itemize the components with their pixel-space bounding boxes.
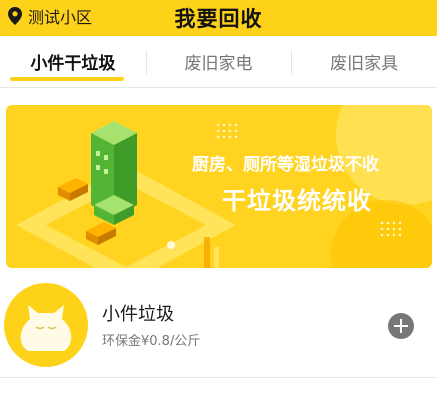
tab-old-furniture[interactable]: 废旧家具 bbox=[291, 36, 437, 87]
tab-old-appliances[interactable]: 废旧家电 bbox=[145, 36, 292, 87]
banner-subtitle: 厨房、厕所等湿垃圾不收 bbox=[192, 155, 379, 175]
plus-circle-icon[interactable] bbox=[388, 313, 414, 339]
item-price: 环保金¥0.8/公斤 bbox=[102, 334, 201, 349]
garbage-bag-icon bbox=[4, 283, 88, 367]
page-title: 我要回收 bbox=[174, 7, 263, 31]
list-item[interactable]: 小件垃圾 环保金¥0.8/公斤 bbox=[0, 280, 437, 378]
banner-title: 干垃圾统统收 bbox=[222, 187, 372, 215]
promo-banner[interactable]: 厨房、厕所等湿垃圾不收 干垃圾统统收 bbox=[6, 105, 432, 268]
tab-small-dry-waste[interactable]: 小件干垃圾 bbox=[0, 36, 146, 87]
top-header: 测试小区 我要回收 bbox=[0, 0, 437, 36]
item-name: 小件垃圾 bbox=[102, 304, 174, 325]
category-tabs: 小件干垃圾 废旧家电 废旧家具 bbox=[0, 36, 437, 88]
